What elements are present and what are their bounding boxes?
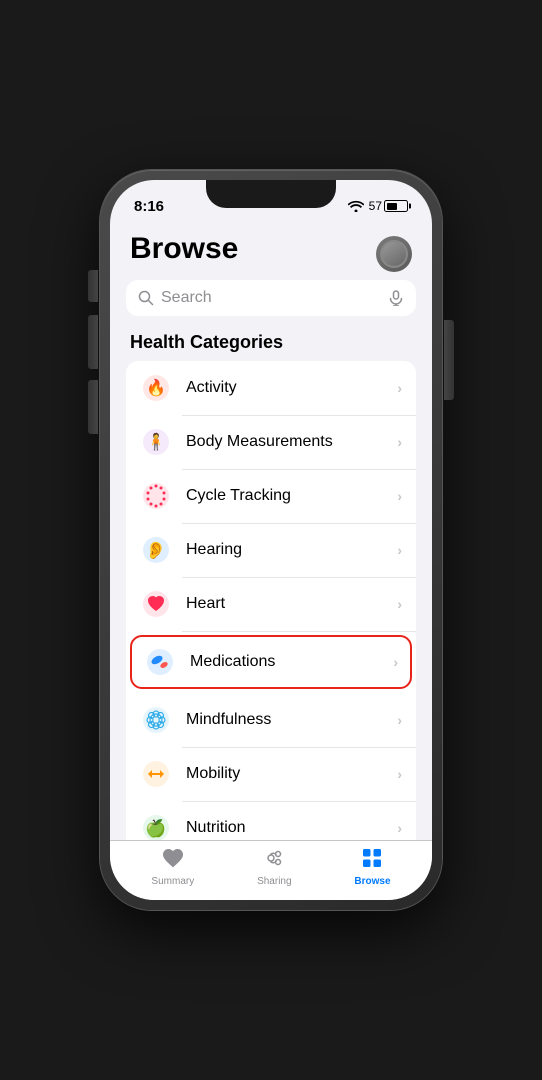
browse-tab-icon xyxy=(360,846,384,874)
svg-text:👂: 👂 xyxy=(145,540,166,560)
cycle-tracking-label: Cycle Tracking xyxy=(186,487,397,505)
mobility-chevron: › xyxy=(397,766,402,782)
hearing-chevron: › xyxy=(397,542,402,558)
page-header: Browse xyxy=(110,224,432,280)
category-item-mobility[interactable]: Mobility › xyxy=(126,747,416,801)
svg-text:🧍: 🧍 xyxy=(146,432,166,451)
battery-icon: 57 xyxy=(369,199,408,213)
volume-up-button[interactable] xyxy=(88,315,98,369)
activity-icon: 🔥 xyxy=(140,372,172,404)
tab-bar: Summary Sharing xyxy=(110,840,432,900)
cycle-tracking-chevron: › xyxy=(397,488,402,504)
category-item-nutrition[interactable]: 🍏 Nutrition › xyxy=(126,801,416,840)
mindfulness-icon xyxy=(140,704,172,736)
battery-fill xyxy=(387,203,397,210)
screen-content[interactable]: Browse Search Heal xyxy=(110,224,432,840)
medications-icon xyxy=(144,646,176,678)
medications-chevron: › xyxy=(393,654,398,670)
activity-chevron: › xyxy=(397,380,402,396)
category-item-cycle-tracking[interactable]: Cycle Tracking › xyxy=(126,469,416,523)
categories-list: 🔥 Activity › 🧍 Body Measurements xyxy=(126,361,416,840)
sharing-tab-label: Sharing xyxy=(257,876,291,887)
tab-summary[interactable]: Summary xyxy=(135,842,210,891)
heart-chevron: › xyxy=(397,596,402,612)
notch xyxy=(206,180,336,208)
search-icon xyxy=(138,290,154,306)
search-placeholder: Search xyxy=(161,289,381,307)
heart-icon xyxy=(140,588,172,620)
phone-frame: 8:16 57 Browse xyxy=(100,170,442,910)
mindfulness-label: Mindfulness xyxy=(186,711,397,729)
avatar-image xyxy=(380,240,408,268)
phone-screen: 8:16 57 Browse xyxy=(110,180,432,900)
medications-label: Medications xyxy=(190,653,393,671)
hearing-label: Hearing xyxy=(186,541,397,559)
page-title: Browse xyxy=(130,232,238,265)
summary-tab-label: Summary xyxy=(151,876,194,887)
avatar[interactable] xyxy=(376,236,412,272)
tab-browse[interactable]: Browse xyxy=(338,842,406,891)
mobility-icon xyxy=(140,758,172,790)
svg-text:🍏: 🍏 xyxy=(145,818,166,838)
nutrition-label: Nutrition xyxy=(186,819,397,837)
body-measurements-label: Body Measurements xyxy=(186,433,397,451)
category-item-heart[interactable]: Heart › xyxy=(126,577,416,631)
status-time: 8:16 xyxy=(134,198,164,215)
nutrition-chevron: › xyxy=(397,820,402,836)
activity-label: Activity xyxy=(186,379,397,397)
mute-button[interactable] xyxy=(88,270,98,302)
hearing-icon: 👂 xyxy=(140,534,172,566)
category-item-medications[interactable]: Medications › xyxy=(130,635,412,689)
nutrition-icon: 🍏 xyxy=(140,812,172,840)
heart-label: Heart xyxy=(186,595,397,613)
section-title: Health Categories xyxy=(110,332,432,361)
category-item-mindfulness[interactable]: Mindfulness › xyxy=(126,693,416,747)
sharing-tab-icon xyxy=(262,846,286,874)
svg-text:🔥: 🔥 xyxy=(146,378,166,397)
power-button[interactable] xyxy=(444,320,454,400)
body-measurements-chevron: › xyxy=(397,434,402,450)
tab-sharing[interactable]: Sharing xyxy=(241,842,307,891)
battery-percent: 57 xyxy=(369,199,382,213)
battery-body xyxy=(384,200,408,212)
mic-icon[interactable] xyxy=(388,290,404,306)
summary-tab-icon xyxy=(161,846,185,874)
category-item-hearing[interactable]: 👂 Hearing › xyxy=(126,523,416,577)
volume-down-button[interactable] xyxy=(88,380,98,434)
category-item-activity[interactable]: 🔥 Activity › xyxy=(126,361,416,415)
search-bar[interactable]: Search xyxy=(126,280,416,316)
category-item-body-measurements[interactable]: 🧍 Body Measurements › xyxy=(126,415,416,469)
status-icons: 57 xyxy=(348,199,408,213)
browse-tab-label: Browse xyxy=(354,876,390,887)
body-measurements-icon: 🧍 xyxy=(140,426,172,458)
mobility-label: Mobility xyxy=(186,765,397,783)
wifi-icon xyxy=(348,200,364,212)
mindfulness-chevron: › xyxy=(397,712,402,728)
cycle-tracking-icon xyxy=(140,480,172,512)
